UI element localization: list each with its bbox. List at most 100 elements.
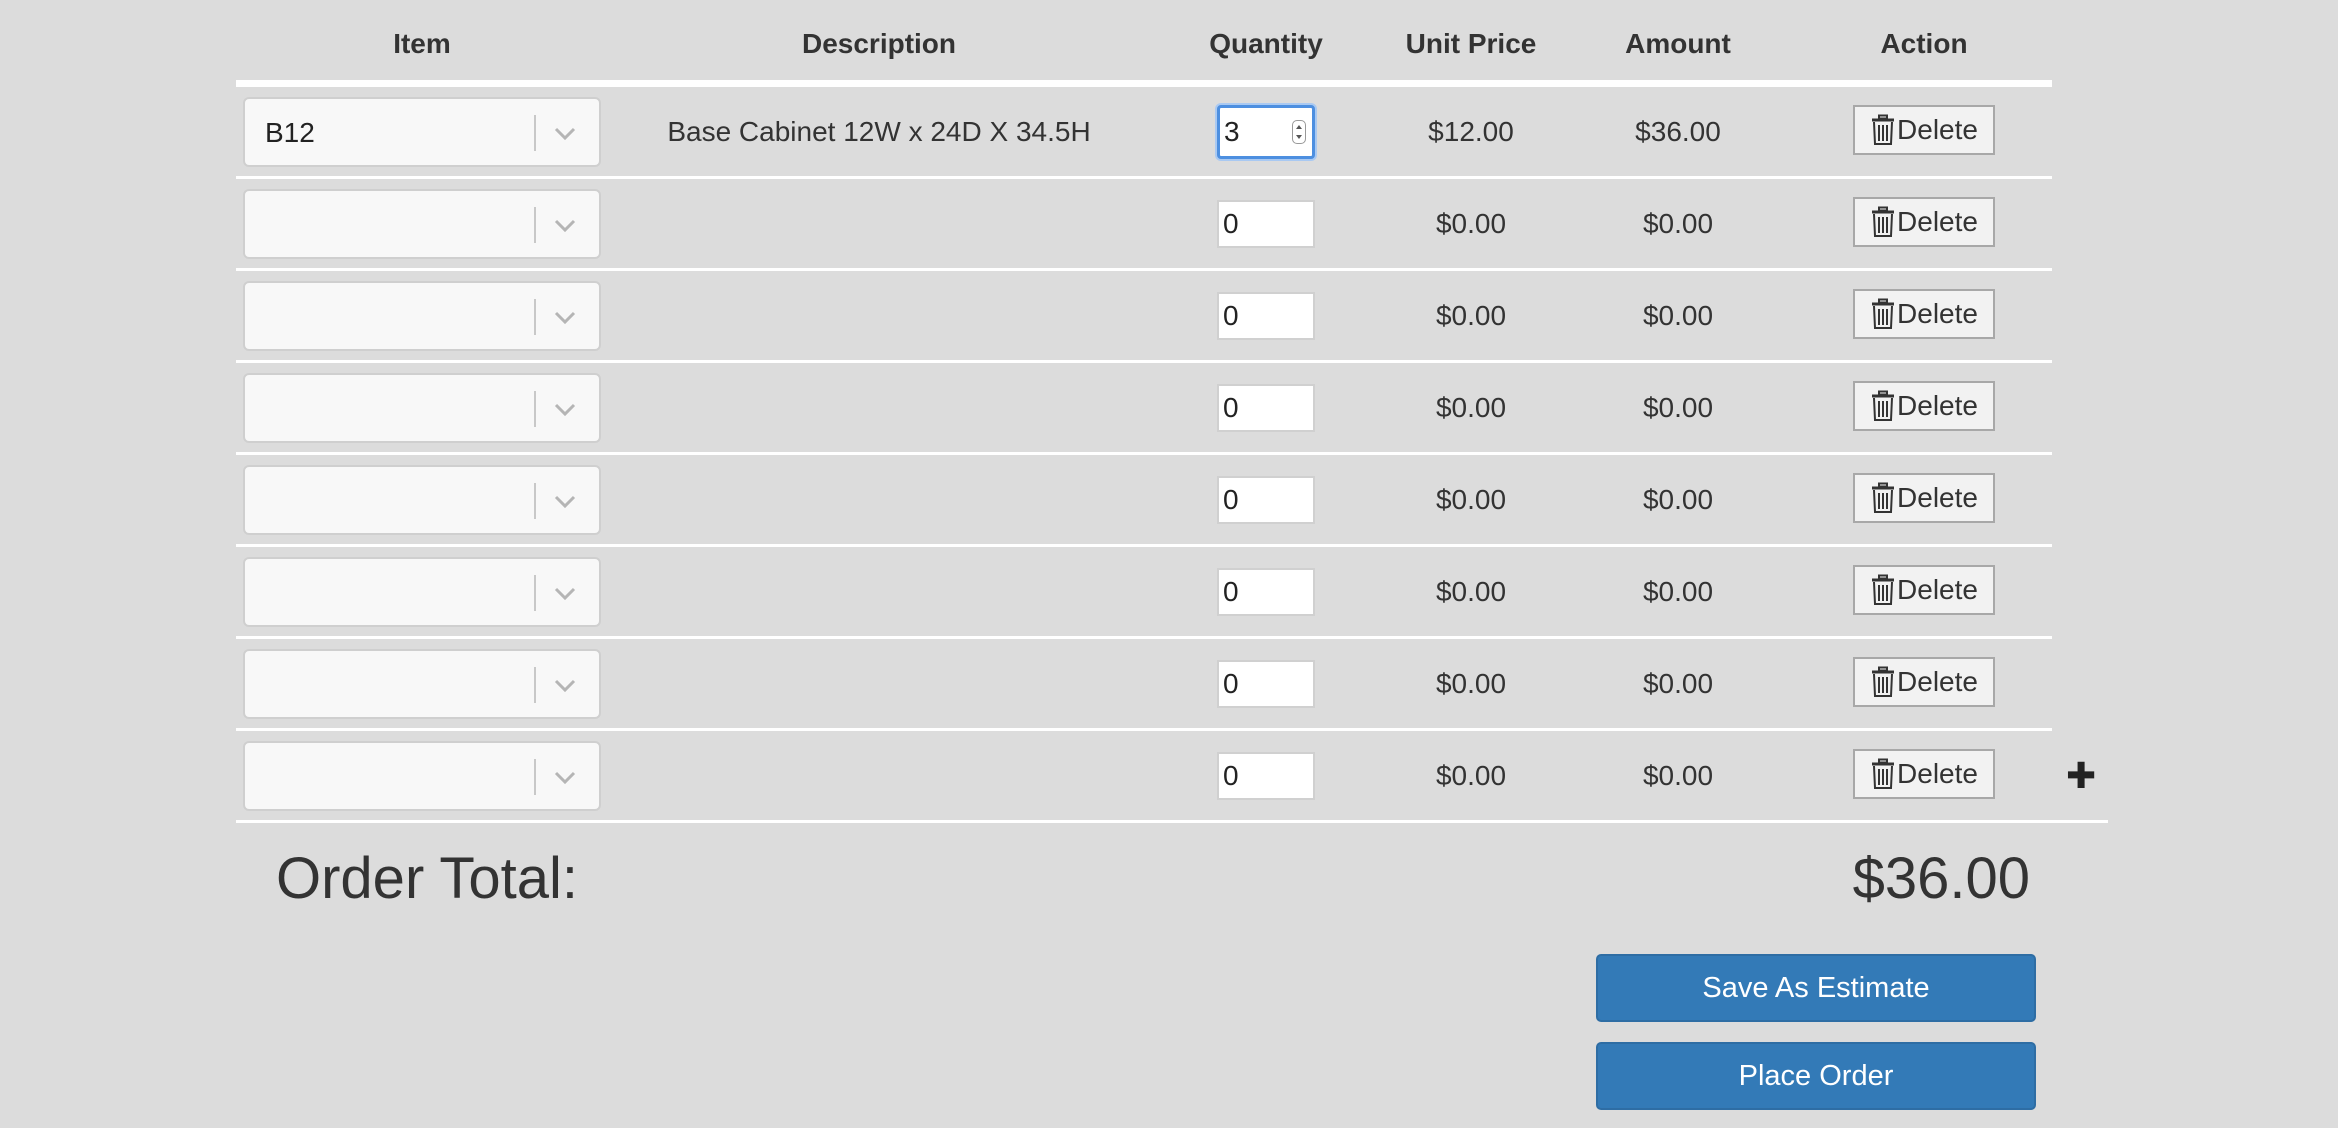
amount: $0.00 [1642, 667, 1714, 699]
quantity-input[interactable] [1217, 199, 1315, 248]
action-cell: Delete [1796, 179, 2052, 268]
trash-icon [1872, 206, 1895, 237]
plus-icon[interactable]: ✚ [2066, 758, 2096, 794]
trash-icon [1872, 482, 1895, 513]
amount: $36.00 [1635, 115, 1721, 147]
chevron-down-icon[interactable] [553, 399, 577, 419]
item-select[interactable] [243, 281, 601, 351]
delete-button[interactable]: Delete [1853, 105, 1995, 155]
quantity-stepper[interactable] [1217, 104, 1315, 159]
item-select[interactable] [243, 557, 601, 627]
unit-price: $0.00 [1435, 483, 1507, 515]
chevron-down-icon[interactable] [553, 307, 577, 327]
item-cell [236, 731, 608, 820]
description-cell [608, 179, 1150, 268]
item-select[interactable] [243, 741, 601, 811]
item-select[interactable] [243, 189, 601, 259]
trash-icon [1872, 574, 1895, 605]
delete-button[interactable]: Delete [1853, 749, 1995, 799]
description-cell [608, 639, 1150, 728]
trash-icon [1872, 390, 1895, 421]
delete-button[interactable]: Delete [1853, 381, 1995, 431]
order-total-value: $36.00 [1852, 846, 2030, 911]
delete-button-label: Delete [1897, 666, 1978, 697]
item-description: Base Cabinet 12W x 24D X 34.5H [667, 115, 1091, 147]
action-cell: Delete [1796, 363, 2052, 452]
table-row: $0.00 $0.00 Delete [236, 455, 2052, 547]
header-quantity: Quantity [1209, 28, 1323, 59]
chevron-down-icon[interactable] [553, 215, 577, 235]
unit-price: $12.00 [1428, 115, 1514, 147]
description-cell [608, 363, 1150, 452]
action-cell: Delete [1796, 547, 2052, 636]
chevron-down-icon[interactable] [553, 491, 577, 511]
delete-button[interactable]: Delete [1853, 657, 1995, 707]
select-separator [534, 207, 536, 243]
delete-button[interactable]: Delete [1853, 565, 1995, 615]
spinner-arrows-icon[interactable] [1292, 119, 1306, 144]
delete-button-label: Delete [1897, 206, 1978, 237]
description-cell: Base Cabinet 12W x 24D X 34.5H [608, 87, 1150, 176]
save-as-estimate-button[interactable]: Save As Estimate [1596, 954, 2036, 1022]
place-order-button[interactable]: Place Order [1596, 1042, 2036, 1110]
header-action: Action [1880, 28, 1968, 59]
delete-button-label: Delete [1897, 390, 1978, 421]
header-unit-price: Unit Price [1405, 28, 1537, 59]
quantity-input[interactable] [1217, 567, 1315, 616]
description-cell [608, 547, 1150, 636]
header-amount: Amount [1625, 28, 1731, 59]
unit-price: $0.00 [1435, 759, 1507, 791]
description-cell [608, 271, 1150, 360]
item-cell [236, 363, 608, 452]
chevron-down-icon[interactable] [553, 123, 577, 143]
amount: $0.00 [1642, 483, 1714, 515]
amount: $0.00 [1642, 299, 1714, 331]
delete-button-label: Delete [1897, 482, 1978, 513]
delete-button-label: Delete [1897, 298, 1978, 329]
chevron-down-icon[interactable] [553, 583, 577, 603]
header-item: Item [393, 28, 451, 59]
delete-button[interactable]: Delete [1853, 289, 1995, 339]
item-select[interactable] [243, 465, 601, 535]
chevron-down-icon[interactable] [553, 767, 577, 787]
select-separator [534, 115, 536, 151]
select-separator [534, 667, 536, 703]
delete-button[interactable]: Delete [1853, 197, 1995, 247]
item-select[interactable] [243, 649, 601, 719]
description-cell [608, 731, 1150, 820]
action-cell: Delete [1796, 87, 2052, 176]
trash-icon [1872, 666, 1895, 697]
amount: $0.00 [1642, 391, 1714, 423]
item-select[interactable] [243, 373, 601, 443]
table-row: $0.00 $0.00 Delete [236, 363, 2052, 455]
order-table: Item Description Quantity Unit Price Amo… [236, 0, 2108, 823]
description-cell [608, 455, 1150, 544]
quantity-input[interactable] [1217, 383, 1315, 432]
table-row: $0.00 $0.00 Delete [236, 547, 2052, 639]
unit-price: $0.00 [1435, 575, 1507, 607]
trash-icon [1872, 114, 1895, 145]
action-cell: Delete [1796, 731, 2052, 820]
unit-price: $0.00 [1435, 391, 1507, 423]
header-description: Description [801, 28, 957, 59]
quantity-cell [1150, 363, 1382, 452]
delete-button[interactable]: Delete [1853, 473, 1995, 523]
quantity-input[interactable] [1220, 107, 1294, 156]
quantity-input[interactable] [1217, 659, 1315, 708]
chevron-down-icon[interactable] [553, 675, 577, 695]
quantity-input[interactable] [1217, 291, 1315, 340]
amount: $0.00 [1642, 207, 1714, 239]
item-cell [236, 271, 608, 360]
delete-button-label: Delete [1897, 574, 1978, 605]
unit-price: $0.00 [1435, 667, 1507, 699]
item-cell [236, 639, 608, 728]
quantity-input[interactable] [1217, 751, 1315, 800]
action-cell: Delete [1796, 639, 2052, 728]
item-select[interactable]: B12 [243, 97, 601, 167]
quantity-input[interactable] [1217, 475, 1315, 524]
quantity-cell [1150, 87, 1382, 176]
table-row: $0.00 $0.00 Delete ✚ [236, 731, 2096, 820]
unit-price: $0.00 [1435, 207, 1507, 239]
table-row: B12 Base Cabinet 12W x 24D X 34.5H $12.00 $… [236, 87, 2052, 179]
table-row: $0.00 $0.00 Delete [236, 179, 2052, 271]
